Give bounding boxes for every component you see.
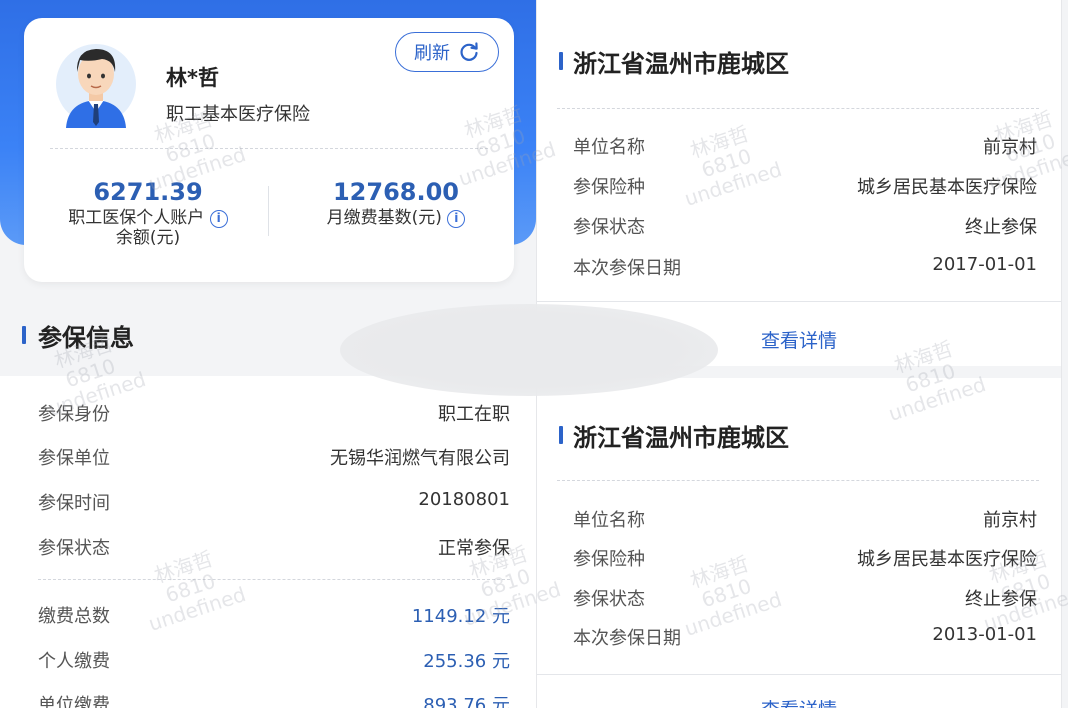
region-row-label: 单位名称 bbox=[573, 510, 645, 531]
info-row-value: 1149.12 元 bbox=[411, 606, 510, 627]
refresh-label: 刷新 bbox=[414, 43, 450, 64]
info-row: 参保身份 职工在职 bbox=[38, 400, 510, 426]
region-divider bbox=[557, 480, 1039, 481]
region-row-value: 终止参保 bbox=[965, 217, 1037, 238]
monthly-base-stat: 12768.00 月缴费基数(元) i bbox=[286, 178, 506, 228]
info-row-label: 参保时间 bbox=[38, 493, 110, 514]
info-row-value: 正常参保 bbox=[438, 538, 510, 559]
region-row-label: 参保险种 bbox=[573, 177, 645, 198]
info-icon[interactable]: i bbox=[209, 210, 228, 228]
region-title: 浙江省温州市鹿城区 bbox=[573, 424, 789, 452]
view-details-link[interactable]: 查看详情 bbox=[537, 695, 1061, 708]
insurance-type: 职工基本医疗保险 bbox=[166, 104, 310, 125]
region-row-value: 2013-01-01 bbox=[932, 624, 1037, 645]
refresh-icon bbox=[460, 42, 478, 61]
info-row: 单位缴费 893.76 元 bbox=[38, 691, 510, 708]
region-divider bbox=[557, 108, 1039, 109]
account-balance-stat: 6271.39 职工医保个人账户 i 余额(元) bbox=[38, 178, 258, 248]
region-row-value: 前京村 bbox=[983, 510, 1037, 531]
info-row-label: 参保单位 bbox=[38, 448, 110, 469]
monthly-base-label-text: 月缴费基数(元) bbox=[326, 208, 442, 228]
card-divider bbox=[50, 148, 488, 149]
info-row: 个人缴费 255.36 元 bbox=[38, 647, 510, 673]
info-row: 缴费总数 1149.12 元 bbox=[38, 602, 510, 628]
region-row-label: 参保状态 bbox=[573, 589, 645, 610]
section-title: 参保信息 bbox=[38, 324, 134, 352]
redaction-blur bbox=[340, 304, 718, 396]
region-row-label: 参保险种 bbox=[573, 549, 645, 570]
region-row-value: 终止参保 bbox=[965, 589, 1037, 610]
info-row-value: 职工在职 bbox=[438, 404, 510, 425]
account-balance-label-line1: 职工医保个人账户 bbox=[68, 208, 205, 228]
stat-divider bbox=[268, 186, 269, 236]
account-balance-label-line2: 余额(元) bbox=[115, 228, 181, 248]
region-row-label: 本次参保日期 bbox=[573, 628, 681, 649]
region-row-value: 城乡居民基本医疗保险 bbox=[857, 549, 1037, 570]
avatar bbox=[56, 44, 136, 128]
info-row-label: 缴费总数 bbox=[38, 606, 110, 627]
refresh-button[interactable]: 刷新 bbox=[395, 32, 499, 72]
info-row-value: 893.76 元 bbox=[423, 695, 510, 708]
region-row: 单位名称 前京村 bbox=[573, 506, 1037, 532]
info-row: 参保状态 正常参保 bbox=[38, 534, 510, 560]
region-card: 浙江省温州市鹿城区 单位名称 前京村 参保险种 城乡居民基本医疗保险 参保状态 … bbox=[537, 378, 1061, 708]
region-row-label: 本次参保日期 bbox=[573, 258, 681, 279]
info-row-value: 255.36 元 bbox=[423, 651, 510, 672]
details-separator bbox=[537, 674, 1061, 675]
region-row: 参保状态 终止参保 bbox=[573, 213, 1037, 239]
info-icon[interactable]: i bbox=[447, 210, 466, 228]
list-divider bbox=[38, 579, 510, 580]
info-row-label: 参保身份 bbox=[38, 404, 110, 425]
insurance-info-list: 参保身份 职工在职 参保单位 无锡华润燃气有限公司 参保时间 20180801 … bbox=[0, 376, 536, 708]
info-row-label: 单位缴费 bbox=[38, 695, 110, 708]
monthly-base-value: 12768.00 bbox=[332, 178, 459, 206]
region-row-label: 单位名称 bbox=[573, 137, 645, 158]
details-separator bbox=[537, 301, 1061, 302]
region-row: 本次参保日期 2017-01-01 bbox=[573, 254, 1037, 280]
region-row-value: 城乡居民基本医疗保险 bbox=[857, 177, 1037, 198]
info-row-value: 20180801 bbox=[418, 489, 510, 510]
region-row-value: 2017-01-01 bbox=[932, 254, 1037, 275]
title-accent-bar bbox=[559, 52, 563, 70]
region-row-value: 前京村 bbox=[983, 137, 1037, 158]
info-row-label: 个人缴费 bbox=[38, 651, 110, 672]
account-balance-value: 6271.39 bbox=[93, 178, 203, 206]
region-row: 参保险种 城乡居民基本医疗保险 bbox=[573, 173, 1037, 199]
info-row-value: 无锡华润燃气有限公司 bbox=[330, 448, 510, 469]
region-row-label: 参保状态 bbox=[573, 217, 645, 238]
info-row: 参保单位 无锡华润燃气有限公司 bbox=[38, 444, 510, 470]
scroll-edge bbox=[1061, 0, 1068, 708]
title-accent-bar bbox=[22, 326, 26, 344]
title-accent-bar bbox=[559, 426, 563, 444]
region-row: 参保险种 城乡居民基本医疗保险 bbox=[573, 545, 1037, 571]
profile-card: 林*哲 职工基本医疗保险 刷新 6271.39 职工医保个人账户 i 余额(元)… bbox=[24, 18, 514, 282]
monthly-base-label: 月缴费基数(元) i bbox=[286, 208, 506, 228]
info-row: 参保时间 20180801 bbox=[38, 489, 510, 515]
region-title: 浙江省温州市鹿城区 bbox=[573, 50, 789, 78]
region-row: 参保状态 终止参保 bbox=[573, 585, 1037, 611]
info-row-label: 参保状态 bbox=[38, 538, 110, 559]
region-row: 本次参保日期 2013-01-01 bbox=[573, 624, 1037, 650]
region-row: 单位名称 前京村 bbox=[573, 133, 1037, 159]
user-name: 林*哲 bbox=[166, 66, 219, 90]
account-balance-label: 职工医保个人账户 i 余额(元) bbox=[38, 208, 258, 248]
